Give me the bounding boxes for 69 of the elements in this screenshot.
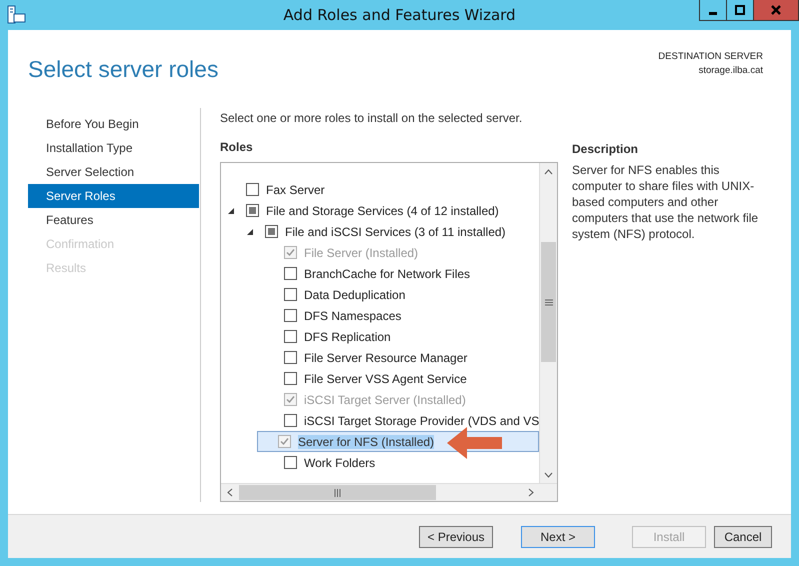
step-item[interactable]: Features xyxy=(28,208,199,232)
checkbox[interactable] xyxy=(284,351,297,364)
close-icon xyxy=(770,4,782,16)
page-title: Select server roles xyxy=(28,56,218,84)
checkbox[interactable] xyxy=(284,267,297,280)
role-item[interactable]: Fax Server xyxy=(221,179,539,200)
checkbox[interactable] xyxy=(284,288,297,301)
destination-server: storage.ilba.cat xyxy=(698,64,763,78)
checkbox[interactable] xyxy=(246,204,259,217)
step-item[interactable]: Server Selection xyxy=(28,160,199,184)
role-label: File Server VSS Agent Service xyxy=(304,372,467,386)
server-icon xyxy=(6,5,26,25)
role-item[interactable]: Data Deduplication xyxy=(221,284,539,305)
role-item[interactable]: File and Storage Services (4 of 12 installed) xyxy=(221,200,539,221)
chevron-left-icon xyxy=(226,488,232,497)
maximize-icon xyxy=(734,4,746,16)
checkbox[interactable] xyxy=(284,372,297,385)
role-item[interactable]: BranchCache for Network Files xyxy=(221,263,539,284)
instruction-text: Select one or more roles to install on the selected server. xyxy=(220,111,524,125)
role-label: File and Storage Services (4 of 12 installed) xyxy=(266,204,499,218)
expand-arrow-icon[interactable] xyxy=(246,228,254,236)
description-text: Server for NFS enables this computer to share files with UNIX-based computers and other computers that use the network file system (NFS) protocol. xyxy=(572,162,760,242)
role-item[interactable]: File Server Resource Manager xyxy=(221,347,539,368)
checkbox[interactable] xyxy=(284,330,297,343)
role-label: File and iSCSI Services (3 of 11 installed) xyxy=(285,224,506,238)
expand-arrow-icon[interactable] xyxy=(227,206,235,214)
step-item[interactable]: Installation Type xyxy=(28,136,199,160)
role-item[interactable]: DFS Namespaces xyxy=(221,305,539,326)
vertical-scrollbar[interactable] xyxy=(539,163,557,483)
checkbox[interactable] xyxy=(246,183,259,196)
role-item[interactable]: File Server VSS Agent Service xyxy=(221,368,539,389)
scroll-thumb[interactable] xyxy=(239,485,436,500)
window-title: Add Roles and Features Wizard xyxy=(283,6,516,24)
role-label: DFS Replication xyxy=(304,330,391,344)
chevron-down-icon xyxy=(544,472,553,478)
role-label: Data Deduplication xyxy=(304,288,406,302)
step-item[interactable]: Before You Begin xyxy=(28,112,199,136)
minimize-button[interactable] xyxy=(699,0,727,21)
description-heading: Description xyxy=(572,142,638,156)
wizard-button[interactable]: Next > xyxy=(521,526,595,548)
wizard-button[interactable]: < Previous xyxy=(419,526,493,548)
role-label: Server for NFS (Installed) xyxy=(298,434,434,448)
checkbox[interactable] xyxy=(284,456,297,469)
checkbox[interactable] xyxy=(284,309,297,322)
role-label: iSCSI Target Storage Provider (VDS and VS xyxy=(304,414,539,428)
roles-heading: Roles xyxy=(220,140,254,156)
role-label: File Server (Installed) xyxy=(304,246,418,260)
destination-label: DESTINATION SERVER xyxy=(658,50,763,64)
role-item[interactable]: File and iSCSI Services (3 of 11 installed) xyxy=(221,221,539,242)
role-label: Fax Server xyxy=(266,182,325,196)
role-label: iSCSI Target Server (Installed) xyxy=(304,392,466,406)
chevron-up-icon xyxy=(544,168,553,174)
horizontal-scrollbar[interactable] xyxy=(221,483,557,501)
checkbox[interactable] xyxy=(284,414,297,427)
wizard-button[interactable]: Cancel xyxy=(714,526,772,548)
checkbox[interactable] xyxy=(265,225,278,238)
step-item[interactable]: Server Roles xyxy=(28,184,199,208)
role-label: BranchCache for Network Files xyxy=(304,266,470,280)
role-label: File Server Resource Manager xyxy=(304,350,468,364)
scroll-thumb[interactable] xyxy=(541,242,556,362)
role-label: Work Folders xyxy=(304,456,376,470)
role-label: DFS Namespaces xyxy=(304,308,402,322)
arrow-icon xyxy=(447,427,503,459)
role-item[interactable]: Work Folders xyxy=(221,452,539,473)
chevron-right-icon xyxy=(528,488,534,497)
close-button[interactable] xyxy=(753,0,799,21)
minimize-icon xyxy=(709,12,717,15)
role-item[interactable]: DFS Replication xyxy=(221,326,539,347)
role-item[interactable]: iSCSI Target Storage Provider (VDS and VS xyxy=(221,410,539,431)
